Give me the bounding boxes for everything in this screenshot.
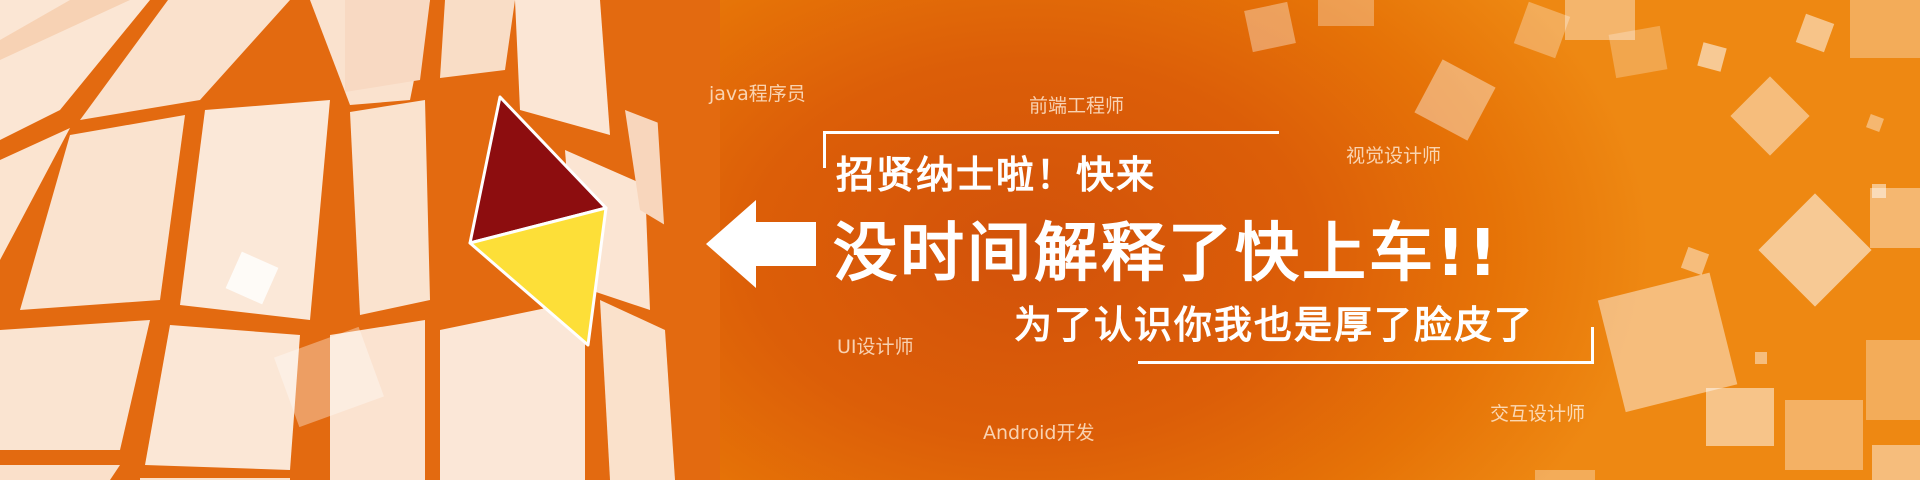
job-ui: UI设计师: [837, 336, 914, 358]
arrow-left-icon: [706, 200, 816, 288]
job-visual: 视觉设计师: [1346, 145, 1442, 167]
job-frontend: 前端工程师: [1029, 95, 1125, 117]
job-interaction: 交互设计师: [1490, 403, 1586, 425]
recruitment-banner: java程序员 前端工程师 视觉设计师 UI设计师 交互设计师 Android开…: [0, 0, 1920, 480]
headline-line-2: 没时间解释了快上车!!: [833, 217, 1501, 291]
headline-line-1: 招贤纳士啦！快来: [836, 153, 1157, 197]
headline-line-3: 为了认识你我也是厚了脸皮了: [1014, 303, 1535, 347]
job-java: java程序员: [709, 83, 806, 105]
job-android: Android开发: [983, 422, 1095, 444]
